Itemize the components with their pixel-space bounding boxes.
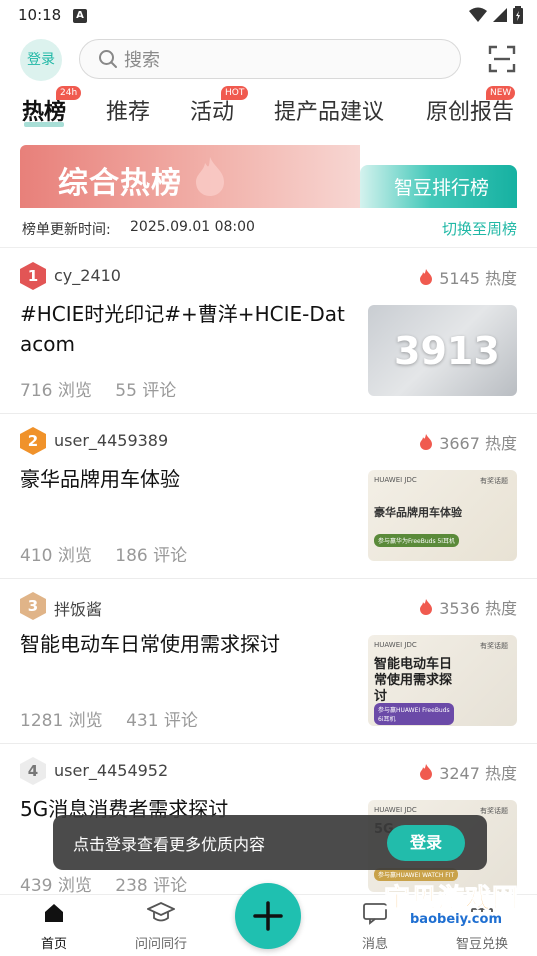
list-item[interactable]: 2 user_4459389 3667 热度 豪华品牌用车体验 410 浏览 1… <box>0 414 537 579</box>
view-count: 410 浏览 <box>20 546 92 566</box>
post-title[interactable]: #HCIE时光印记#+曹洋+HCIE-Datacom <box>20 299 355 359</box>
login-avatar-button[interactable]: 登录 <box>20 39 62 81</box>
heat-value: 3667 热度 <box>439 434 517 453</box>
thumbnail-title: 豪华品牌用车体验 <box>374 506 462 519</box>
search-input[interactable]: 搜索 <box>79 39 461 79</box>
banner-right-title: 智豆排行榜 <box>394 177 490 199</box>
rank-number: 1 <box>27 267 39 285</box>
post-thumbnail[interactable]: HUAWEI JDC 有奖话题 智能电动车日常使用需求探讨 参与赢HUAWEI … <box>368 635 517 726</box>
post-title[interactable]: 智能电动车日常使用需求探讨 <box>20 629 355 659</box>
ranking-banner: 综合热榜 智豆排行榜 <box>20 145 517 208</box>
category-tabs: 热榜 24h 推荐 活动 HOT 提产品建议 原创报告 NEW <box>0 86 537 132</box>
thumbnail-tag: 有奖话题 <box>480 477 508 485</box>
tab-badge-new: NEW <box>486 86 516 100</box>
comment-count: 431 评论 <box>126 711 198 731</box>
view-count: 716 浏览 <box>20 381 92 401</box>
tab-badge-24h: 24h <box>56 86 82 100</box>
heat-score: 3667 热度 <box>419 430 517 454</box>
comment-count: 238 评论 <box>115 876 188 896</box>
watermark-url: baobeiy.com <box>410 912 502 927</box>
author-name[interactable]: cy_2410 <box>54 266 121 285</box>
heat-score: 3247 热度 <box>419 760 517 784</box>
wifi-icon <box>469 7 487 22</box>
list-item[interactable]: 3 拌饭酱 3536 热度 智能电动车日常使用需求探讨 1281 浏览 431 … <box>0 579 537 744</box>
list-item[interactable]: 1 cy_2410 5145 热度 #HCIE时光印记#+曹洋+HCIE-Dat… <box>0 249 537 414</box>
tab-recommend[interactable]: 推荐 <box>106 94 150 126</box>
post-title[interactable]: 豪华品牌用车体验 <box>20 464 355 494</box>
nav-ask-peers-label: 问问同行 <box>134 937 187 952</box>
update-time-value: 2025.09.01 08:00 <box>130 219 255 235</box>
nav-ask-peers[interactable]: 问问同行 <box>121 901 201 952</box>
flame-icon <box>420 764 433 780</box>
rank-number: 2 <box>27 432 39 450</box>
top-header: 登录 搜索 <box>0 36 537 82</box>
switch-weekly-link[interactable]: 切换至周榜 <box>442 218 517 239</box>
update-time-label: 榜单更新时间: <box>22 222 111 238</box>
heat-score: 5145 热度 <box>419 265 517 289</box>
plus-icon <box>253 901 283 931</box>
thumbnail-title: 智能电动车日常使用需求探讨 <box>374 657 453 704</box>
search-icon <box>99 50 117 68</box>
flame-icon <box>420 269 433 285</box>
battery-icon <box>513 6 523 24</box>
status-bar: 10:18 A <box>0 0 537 32</box>
post-thumbnail[interactable]: 3913 <box>368 305 517 396</box>
rank-badge: 1 <box>20 262 46 290</box>
thumbnail-number: 3913 <box>394 329 500 373</box>
post-stats: 1281 浏览 431 评论 <box>20 706 216 731</box>
heat-score: 3536 热度 <box>419 595 517 619</box>
heat-value: 5145 热度 <box>439 269 517 288</box>
post-stats: 716 浏览 55 评论 <box>20 376 194 401</box>
thumbnail-subtitle: 参与赢华为FreeBuds 5i耳机 <box>374 534 459 547</box>
home-icon <box>45 904 63 922</box>
graduation-cap-icon <box>145 902 177 922</box>
heat-value: 3536 热度 <box>439 599 517 618</box>
thumbnail-tag: 有奖话题 <box>480 807 508 815</box>
comment-count: 55 评论 <box>115 381 177 401</box>
rank-badge: 2 <box>20 427 46 455</box>
banner-title: 综合热榜 <box>58 166 182 201</box>
update-info-row: 榜单更新时间: 2025.09.01 08:00 切换至周榜 <box>0 208 537 248</box>
login-prompt-toast: 点击登录查看更多优质内容 登录 <box>53 815 487 870</box>
search-placeholder: 搜索 <box>124 50 160 71</box>
site-watermark: 宝贝游戏网 baobeiy.com <box>383 878 524 938</box>
toast-login-button[interactable]: 登录 <box>387 825 465 861</box>
system-icons <box>469 6 523 24</box>
post-thumbnail[interactable]: HUAWEI JDC 有奖话题 豪华品牌用车体验 参与赢华为FreeBuds 5… <box>368 470 517 561</box>
thumbnail-subtitle: 参与赢HUAWEI FreeBuds 6i耳机 <box>374 703 454 725</box>
rank-badge: 4 <box>20 757 46 785</box>
composite-hot-list-banner[interactable]: 综合热榜 <box>20 145 360 208</box>
create-post-button[interactable] <box>235 883 301 949</box>
view-count: 1281 浏览 <box>20 711 103 731</box>
zhidou-ranking-button[interactable]: 智豆排行榜 <box>360 165 517 208</box>
notification-icon: A <box>73 9 87 23</box>
thumbnail-tag: 有奖话题 <box>480 642 508 650</box>
flame-icon <box>196 157 224 196</box>
thumbnail-brand: HUAWEI JDC <box>374 641 417 649</box>
flame-icon <box>420 599 433 615</box>
author-name[interactable]: user_4454952 <box>54 761 168 780</box>
post-stats: 439 浏览 238 评论 <box>20 871 205 896</box>
thumbnail-brand: HUAWEI JDC <box>374 806 417 814</box>
watermark-title: 宝贝游戏网 <box>383 884 520 915</box>
flame-icon <box>420 434 433 450</box>
tab-product-suggestion[interactable]: 提产品建议 <box>274 94 384 126</box>
rank-number: 4 <box>27 762 39 780</box>
comment-count: 186 评论 <box>115 546 188 566</box>
nav-home[interactable]: 首页 <box>14 901 94 952</box>
scan-icon[interactable] <box>488 45 516 73</box>
post-stats: 410 浏览 186 评论 <box>20 541 205 566</box>
tab-badge-hot: HOT <box>221 86 249 100</box>
toast-message: 点击登录查看更多优质内容 <box>73 835 266 854</box>
status-time: 10:18 <box>18 6 62 24</box>
rank-badge: 3 <box>20 592 46 620</box>
nav-home-label: 首页 <box>40 937 67 952</box>
rank-number: 3 <box>27 597 39 615</box>
author-name[interactable]: 拌饭酱 <box>54 596 102 620</box>
author-name[interactable]: user_4459389 <box>54 431 168 450</box>
view-count: 439 浏览 <box>20 876 92 896</box>
heat-value: 3247 热度 <box>439 764 517 783</box>
thumbnail-brand: HUAWEI JDC <box>374 476 417 484</box>
signal-icon <box>493 8 507 22</box>
